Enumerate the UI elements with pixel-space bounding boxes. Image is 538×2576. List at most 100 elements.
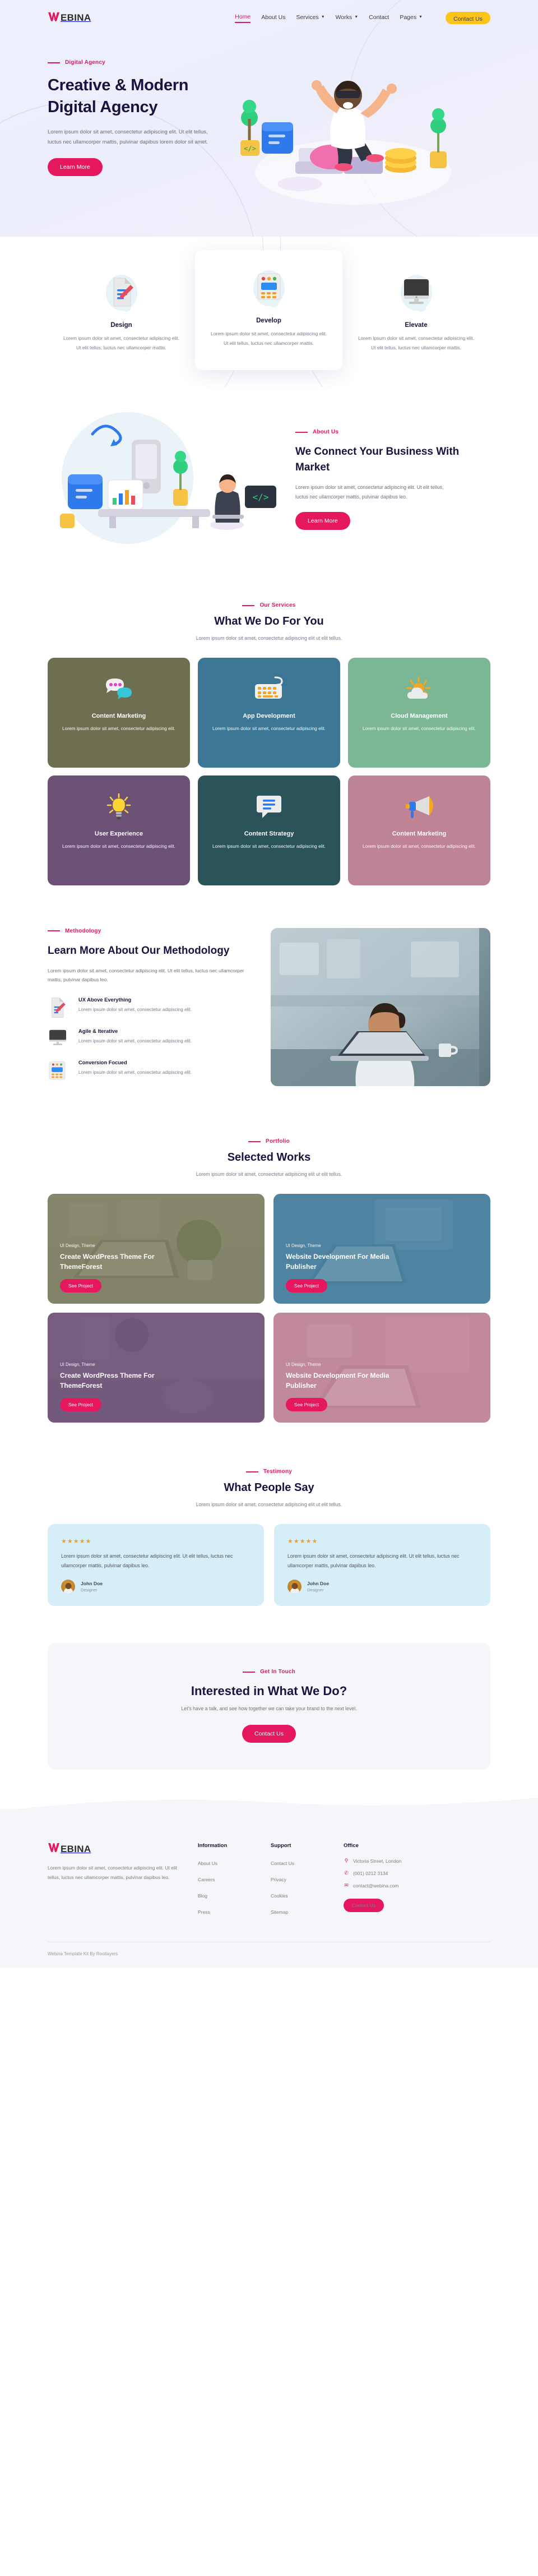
see-project-button[interactable]: See Project [286, 1398, 327, 1412]
eyebrow-dash-icon [295, 431, 308, 433]
portfolio-card-2[interactable]: UI Design, Theme Website Development For… [273, 1194, 490, 1304]
service-desc: Lorem ipsum dolor sit amet, consectetur … [62, 725, 175, 731]
feature-card-design[interactable]: Design Lorem ipsum dolor sit amet, conse… [48, 259, 195, 370]
list-item: Blog [198, 1890, 271, 1900]
eyebrow-dash-icon [248, 1141, 261, 1142]
feature-title: Design [110, 322, 132, 329]
testimonial-author-name: John Doe [307, 1581, 330, 1587]
testimony-subtitle: Lorem ipsum dolor sit amet, consectetur … [196, 1502, 342, 1508]
see-project-button[interactable]: See Project [60, 1398, 101, 1412]
terminal-window-icon [48, 1060, 71, 1080]
chat-bubbles-icon [104, 672, 134, 706]
footer-logo[interactable]: EBINA [48, 1843, 181, 1855]
testimony-grid: ★★★★★ Lorem ipsum dolor sit amet, consec… [48, 1524, 490, 1606]
footer-link-cookies[interactable]: Cookies [271, 1893, 288, 1899]
nav-label: Pages [400, 13, 417, 21]
methodology-item-conversion: Conversion Focued Lorem ipsum dolor sit … [48, 1060, 256, 1080]
nav-label: Works [335, 13, 353, 21]
footer-link-sitemap[interactable]: Sitemap [271, 1909, 288, 1915]
cta-contact-us-button[interactable]: Contact Us [242, 1725, 296, 1743]
footer-wave-divider [0, 1794, 538, 1812]
methodology-item-desc: Lorem ipsum dolor sit amet, consectetur … [78, 1069, 192, 1075]
methodology-eyebrow-text: Methodology [65, 927, 101, 934]
portfolio-card-4[interactable]: UI Design, Theme Website Development For… [273, 1313, 490, 1423]
footer-link-press[interactable]: Press [198, 1909, 210, 1915]
hero-section: EBINA Home About Us Services ▼ Works ▼ Con… [0, 0, 538, 237]
megaphone-icon [404, 790, 435, 824]
site-footer: EBINA Lorem ipsum dolor sit amet, consec… [0, 1798, 538, 1968]
office-email-text: contact@webina.com [353, 1882, 399, 1889]
methodology-photo-wrap [271, 927, 490, 1091]
portfolio-card-3[interactable]: UI Design, Theme Create WordPress Theme … [48, 1313, 265, 1423]
testimonial-quote: Lorem ipsum dolor sit amet, consectetur … [287, 1553, 460, 1569]
service-title: Content Marketing [91, 712, 146, 719]
portfolio-title: Selected Works [227, 1151, 311, 1164]
nav-item-home[interactable]: Home [235, 13, 251, 23]
features-section: Design Lorem ipsum dolor sit amet, conse… [0, 237, 538, 387]
about-learn-more-button[interactable]: Learn More [295, 511, 350, 530]
footer-link-contact-us[interactable]: Contact Us [271, 1861, 294, 1866]
testimonial-author-role: Designer [307, 1587, 324, 1593]
nav-label: Services [296, 13, 319, 21]
footer-column-heading: Office [344, 1843, 359, 1849]
testimonial-author: John Doe Designer [287, 1580, 477, 1594]
service-card-content-marketing-2[interactable]: Content Marketing Lorem ipsum dolor sit … [348, 775, 490, 885]
header-contact-us-button[interactable]: Contact Us [446, 12, 490, 24]
footer-column-office: Office ⚲ Victoria Street, London ✆ (001)… [344, 1843, 450, 1923]
feature-icon-wrap [62, 274, 180, 313]
list-item: Cookies [271, 1890, 344, 1900]
nav-item-pages[interactable]: Pages ▼ [400, 14, 423, 22]
portfolio-card-1[interactable]: UI Design, Theme Create WordPress Theme … [48, 1194, 265, 1304]
office-email[interactable]: ✉ contact@webina.com [344, 1882, 450, 1889]
portfolio-grid: UI Design, Theme Create WordPress Theme … [48, 1194, 490, 1423]
nav-item-about-us[interactable]: About Us [261, 14, 285, 22]
footer-link-about-us[interactable]: About Us [198, 1861, 217, 1866]
footer-link-blog[interactable]: Blog [198, 1893, 207, 1899]
footer-description: Lorem ipsum dolor sit amet, consectetur … [48, 1865, 178, 1880]
service-card-content-marketing[interactable]: Content Marketing Lorem ipsum dolor sit … [48, 657, 190, 768]
footer-link-privacy[interactable]: Privacy [271, 1877, 286, 1882]
portfolio-category: UI Design, Theme [60, 1362, 95, 1368]
cta-eyebrow: Get In Touch [48, 1669, 490, 1675]
office-address: ⚲ Victoria Street, London [344, 1858, 450, 1864]
see-project-button[interactable]: See Project [60, 1279, 101, 1293]
footer-contact-us-button[interactable]: Contact Us [344, 1899, 384, 1913]
feature-card-develop[interactable]: Develop Lorem ipsum dolor sit amet, cons… [195, 250, 342, 371]
service-card-user-experience[interactable]: User Experience Lorem ipsum dolor sit am… [48, 775, 190, 885]
list-item: About Us [198, 1858, 271, 1868]
logo-text: EBINA [61, 12, 91, 23]
feature-card-elevate[interactable]: Elevate Lorem ipsum dolor sit amet, cons… [342, 259, 490, 370]
feature-desc: Lorem ipsum dolor sit amet, consectetur … [358, 335, 474, 350]
service-desc: Lorem ipsum dolor sit amet, consectetur … [212, 725, 326, 731]
service-desc: Lorem ipsum dolor sit amet, consectetur … [363, 725, 476, 731]
testimony-title: What People Say [224, 1481, 314, 1494]
feature-icon-wrap [357, 274, 475, 313]
testimonial-card-2: ★★★★★ Lorem ipsum dolor sit amet, consec… [274, 1524, 490, 1606]
methodology-item-title: Conversion Focued [78, 1060, 127, 1066]
footer-link-careers[interactable]: Careers [198, 1877, 215, 1882]
nav-item-services[interactable]: Services ▼ [296, 14, 324, 22]
service-card-content-strategy[interactable]: Content Strategy Lorem ipsum dolor sit a… [198, 775, 340, 885]
about-illustration: </> [48, 409, 283, 550]
nav-item-contact[interactable]: Contact [369, 14, 389, 22]
methodology-lead: Lorem ipsum dolor sit amet, consectetur … [48, 967, 244, 983]
about-section: </> About Us We Connect Your Business Wi… [0, 387, 538, 578]
nav-label: Home [235, 13, 251, 20]
hero-3d-illustration: </> [240, 80, 451, 205]
office-phone[interactable]: ✆ (001) 0212 3134 [344, 1870, 450, 1876]
service-card-cloud-management[interactable]: Cloud Management Lorem ipsum dolor sit a… [348, 657, 490, 768]
site-logo[interactable]: EBINA [48, 12, 91, 25]
about-title: We Connect Your Business With Market [295, 446, 460, 473]
feature-title: Develop [256, 317, 281, 324]
nav-item-works[interactable]: Works ▼ [336, 14, 359, 22]
testimony-eyebrow-text: Testimony [263, 1469, 293, 1475]
rating-stars-icon: ★★★★★ [287, 1538, 318, 1545]
methodology-eyebrow: Methodology [48, 928, 256, 934]
see-project-button[interactable]: See Project [286, 1279, 327, 1293]
imac-monitor-icon [48, 1028, 71, 1049]
hero-learn-more-button[interactable]: Learn More [48, 158, 103, 177]
feature-desc: Lorem ipsum dolor sit amet, consectetur … [63, 335, 179, 350]
service-title: User Experience [94, 830, 143, 837]
service-card-app-development[interactable]: App Development Lorem ipsum dolor sit am… [198, 657, 340, 768]
service-title: Cloud Management [391, 712, 448, 719]
